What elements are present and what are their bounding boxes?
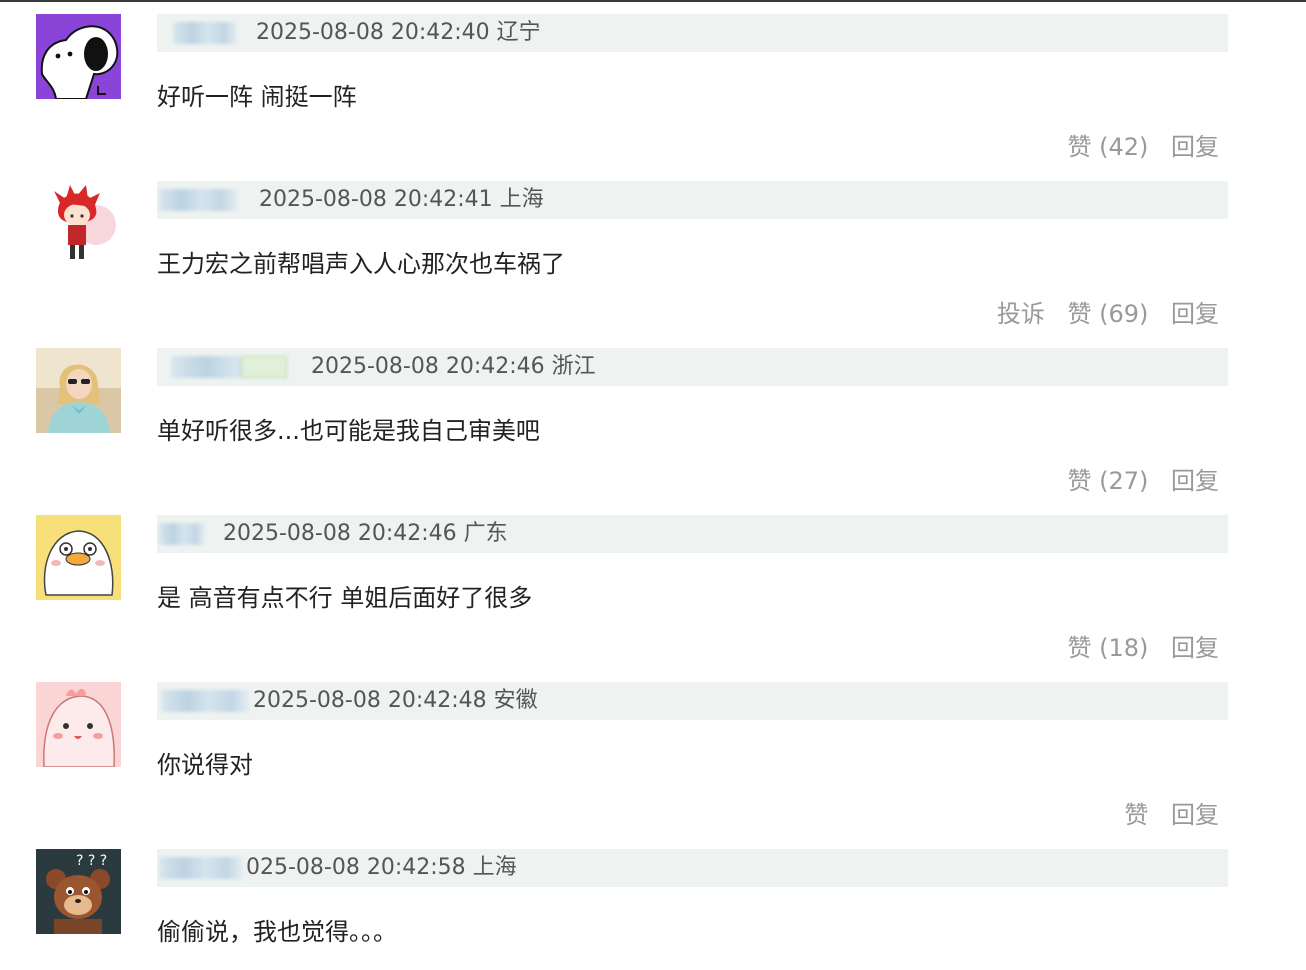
username-blurred[interactable] <box>159 857 243 879</box>
comment-actions: 赞 回复 <box>1124 798 1219 832</box>
report-button[interactable]: 投诉 <box>997 300 1045 328</box>
like-button[interactable]: 赞 (27) <box>1067 467 1148 495</box>
username-blurred[interactable] <box>173 22 237 44</box>
comment-item: 2025-08-08 20:42:46 浙江 单好听很多...也可能是我自己审美… <box>0 348 1306 515</box>
blonde-girl-photo-icon[interactable] <box>36 348 121 433</box>
reply-button[interactable]: 回复 <box>1171 467 1219 495</box>
comment-content: 你说得对 <box>157 751 253 779</box>
comment-meta-bar: 2025-08-08 20:42:40 辽宁 <box>157 14 1228 52</box>
comment-timestamp-location: 2025-08-08 20:42:40 辽宁 <box>256 20 541 45</box>
comment-item: 2025-08-08 20:42:41 上海 王力宏之前帮唱声入人心那次也车祸了… <box>0 181 1306 348</box>
comment-content: 是 高音有点不行 单姐后面好了很多 <box>157 584 533 612</box>
comment-meta-bar: 2025-08-08 20:42:41 上海 <box>157 181 1228 219</box>
comment-content: 王力宏之前帮唱声入人心那次也车祸了 <box>157 250 565 278</box>
comment-item: 2025-08-08 20:42:48 安徽 你说得对 赞 回复 <box>0 682 1306 849</box>
jerry-mouse-icon[interactable]: ? ? ? <box>36 849 121 934</box>
comment-meta-bar: 2025-08-08 20:42:46 浙江 <box>157 348 1228 386</box>
svg-text:? ? ?: ? ? ? <box>76 853 107 869</box>
username-blurred[interactable] <box>159 523 205 545</box>
comment-item: 2025-08-08 20:42:46 广东 是 高音有点不行 单姐后面好了很多… <box>0 515 1306 682</box>
reply-button[interactable]: 回复 <box>1171 634 1219 662</box>
comment-timestamp-location: 025-08-08 20:42:58 上海 <box>246 855 517 880</box>
username-blurred[interactable] <box>159 189 237 211</box>
reply-button[interactable]: 回复 <box>1171 801 1219 829</box>
pink-blob-icon[interactable] <box>36 682 121 767</box>
comment-meta-bar: 025-08-08 20:42:58 上海 <box>157 849 1228 887</box>
reply-button[interactable]: 回复 <box>1171 300 1219 328</box>
comment-meta-bar: 2025-08-08 20:42:46 广东 <box>157 515 1228 553</box>
username-blurred[interactable] <box>171 356 287 378</box>
comment-content: 偷偷说，我也觉得。。。 <box>157 918 397 946</box>
comment-content: 好听一阵 闹挺一阵 <box>157 83 357 111</box>
comment-actions: 投诉 赞 (69) 回复 <box>997 297 1219 331</box>
comment-item: ? ? ? 025-08-08 20:42:58 上海 偷偷说，我也觉得。。。 <box>0 849 1306 970</box>
comment-timestamp-location: 2025-08-08 20:42:46 广东 <box>223 521 508 546</box>
snoopy-dog-icon[interactable] <box>36 14 121 99</box>
like-button[interactable]: 赞 (42) <box>1067 133 1148 161</box>
comment-timestamp-location: 2025-08-08 20:42:41 上海 <box>259 187 544 212</box>
red-hair-boy-icon[interactable] <box>36 181 121 266</box>
like-button[interactable]: 赞 (69) <box>1067 300 1148 328</box>
username-blurred[interactable] <box>161 690 249 712</box>
top-divider <box>0 0 1306 2</box>
reply-button[interactable]: 回复 <box>1171 133 1219 161</box>
comment-actions: 赞 (27) 回复 <box>1067 464 1219 498</box>
cartoon-duck-icon[interactable] <box>36 515 121 600</box>
comment-actions: 赞 (42) 回复 <box>1067 130 1219 164</box>
comment-meta-bar: 2025-08-08 20:42:48 安徽 <box>157 682 1228 720</box>
like-button[interactable]: 赞 (18) <box>1067 634 1148 662</box>
comment-item: 2025-08-08 20:42:40 辽宁 好听一阵 闹挺一阵 赞 (42) … <box>0 14 1306 181</box>
comment-timestamp-location: 2025-08-08 20:42:48 安徽 <box>253 688 538 713</box>
comment-actions: 赞 (18) 回复 <box>1067 631 1219 665</box>
comment-content: 单好听很多...也可能是我自己审美吧 <box>157 417 540 445</box>
comment-timestamp-location: 2025-08-08 20:42:46 浙江 <box>311 354 596 379</box>
like-button[interactable]: 赞 <box>1124 801 1148 829</box>
